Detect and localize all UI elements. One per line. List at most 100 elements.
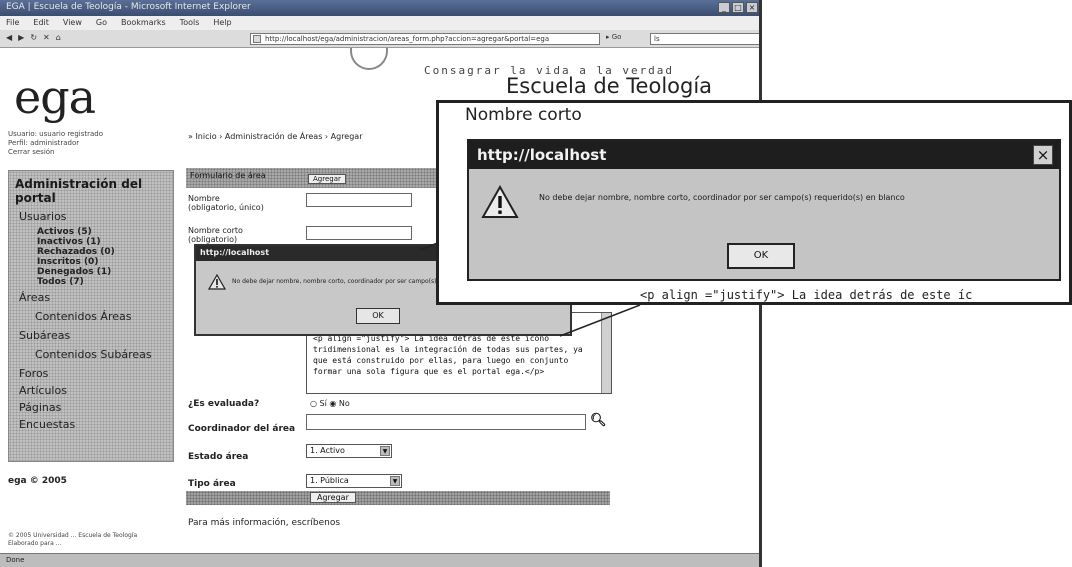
estado-value: 1. Activo [310,446,345,455]
magnified-callout: Nombre corto e e t http://localhost × No… [436,100,1072,305]
alert-dialog-large: http://localhost × No debe dejar nombre,… [467,139,1061,281]
sidebar-item-subareas[interactable]: Subáreas [19,329,167,342]
page-icon [253,35,261,43]
sidebar-item-inactivos[interactable]: Inactivos (1) [37,237,167,247]
sidebar-item-encuestas[interactable]: Encuestas [19,418,167,431]
minimize-button[interactable]: _ [718,2,730,13]
tipo-label: Tipo área [188,479,236,489]
radio-no-label: No [338,399,350,408]
sidebar-title: Administración del portal [15,177,143,205]
go-arrow-icon: ▸ [606,33,610,41]
menu-go[interactable]: Go [96,18,107,28]
school-name: Escuela de Teología [506,74,713,98]
tipo-select[interactable]: 1. Pública ▼ [306,474,402,488]
alert-dialog-small-ok-button[interactable]: OK [356,308,400,324]
form-header-add-button[interactable]: Agregar [308,174,346,184]
radio-no-icon[interactable]: ◉ [329,399,336,408]
nombre-corto-label: Nombre corto (obligatorio) [188,226,243,244]
sidebar-item-foros[interactable]: Foros [19,367,167,380]
nombre-corto-input[interactable] [306,226,412,240]
school-seal-logo [350,48,388,70]
footer-copyright-ega: ega © 2005 [8,476,67,486]
copyright-footer: © 2005 Universidad ... Escuela de Teolog… [8,532,137,548]
form-header-label: Formulario de área [190,171,266,180]
logout-link[interactable]: Cerrar sesión [8,148,103,157]
nombre-input[interactable] [306,193,412,207]
stop-icon[interactable]: ✕ [43,33,50,42]
sidebar-item-contenidos-subareas[interactable]: Contenidos Subáreas [35,348,167,361]
alert-dialog-large-message: No debe dejar nombre, nombre corto, coor… [539,193,905,202]
radio-si-icon[interactable]: ○ [310,399,317,408]
sidebar-item-areas[interactable]: Áreas [19,291,167,304]
sidebar-item-activos[interactable]: Activos (5) [37,227,167,237]
alert-dialog-large-title: http://localhost [469,141,1059,169]
menubar: File Edit View Go Bookmarks Tools Help [0,16,759,30]
sidebar-item-articulos[interactable]: Artículos [19,384,167,397]
agregar-submit-button[interactable]: Agregar [310,492,356,503]
sidebar-item-inscritos[interactable]: Inscritos (0) [37,257,167,267]
reload-icon[interactable]: ↻ [30,33,37,42]
nombre-corto-label-text: Nombre corto [188,226,243,235]
close-window-button[interactable]: × [746,2,758,13]
maximize-button[interactable]: □ [732,2,744,13]
tipo-value: 1. Pública [310,476,349,485]
alert-dialog-large-ok-button[interactable]: OK [727,243,795,269]
coordinador-input[interactable] [306,414,586,430]
forward-arrow-icon[interactable]: ▶ [18,33,24,42]
coordinador-label: Coordinador del área [188,424,296,434]
user-name: Usuario: usuario registrado [8,130,104,138]
warning-icon [481,185,519,218]
descripcion-text: <p align ="justify"> La idea detrás de e… [313,334,583,376]
browser-toolbar: ◀ ▶ ↻ ✕ ⌂ http://localhost/ega/administr… [0,30,759,48]
window-title: EGA | Escuela de Teología - Microsoft In… [6,2,251,12]
evaluada-radio-group: ○ Sí ◉ No [310,399,350,408]
copyright-line-1: © 2005 Universidad ... Escuela de Teolog… [8,532,138,539]
nombre-corto-hint: (obligatorio) [188,235,238,244]
sidebar-item-paginas[interactable]: Páginas [19,401,167,414]
chevron-down-icon: ▼ [380,446,390,456]
textarea-scrollbar[interactable] [601,313,611,393]
evaluada-label: ¿Es evaluada? [188,399,260,409]
search-magnifier-icon[interactable]: 🔍︎ [590,413,607,428]
callout-nombre-corto-label: Nombre corto [465,105,582,125]
radio-si-label: Sí [319,399,327,408]
user-info: Usuario: usuario registrado Perfil: admi… [8,130,103,157]
copyright-line-2: Elaborado para ... [8,540,62,547]
nombre-label: Nombre (obligatorio, único) [188,194,264,212]
chevron-down-icon: ▼ [390,476,400,486]
menu-view[interactable]: View [63,18,82,28]
callout-code-line: <p align ="justify"> La idea detrás de e… [640,288,973,302]
sidebar-item-rechazados[interactable]: Rechazados (0) [37,247,167,257]
status-text: Done [6,556,25,564]
sidebar-item-usuarios[interactable]: Usuarios [19,210,167,223]
menu-file[interactable]: File [6,18,19,28]
go-label: Go [611,33,622,41]
site-logo[interactable]: ega [14,70,96,124]
home-icon[interactable]: ⌂ [56,33,61,42]
address-url: http://localhost/ega/administracion/area… [265,35,550,43]
toolbar-search-input[interactable]: ls [650,33,759,45]
menu-bookmarks[interactable]: Bookmarks [121,18,166,28]
sidebar-item-contenidos-areas[interactable]: Contenidos Áreas [35,310,167,323]
estado-label: Estado área [188,452,249,462]
warning-icon [208,274,226,290]
sidebar-item-todos[interactable]: Todos (7) [37,277,167,287]
user-profile: Perfil: administrador [8,139,80,147]
sidebar-item-denegados[interactable]: Denegados (1) [37,267,167,277]
address-bar[interactable]: http://localhost/ega/administracion/area… [250,33,600,45]
status-bar: Done [0,553,759,567]
admin-sidebar: Administración del portal Usuarios Activ… [8,170,174,462]
window-titlebar: EGA | Escuela de Teología - Microsoft In… [0,0,759,16]
go-button[interactable]: ▸ Go [606,33,646,45]
more-info-link[interactable]: Para más información, escríbenos [188,518,340,528]
menu-tools[interactable]: Tools [180,18,200,28]
estado-select[interactable]: 1. Activo ▼ [306,444,392,458]
back-arrow-icon[interactable]: ◀ [6,33,12,42]
menu-help[interactable]: Help [213,18,231,28]
nombre-hint: (obligatorio, único) [188,203,264,212]
nombre-label-text: Nombre [188,194,220,203]
menu-edit[interactable]: Edit [33,18,49,28]
submit-bar: Agregar [186,491,610,505]
breadcrumb[interactable]: » Inicio › Administración de Áreas › Agr… [188,132,363,141]
close-icon[interactable]: × [1033,145,1053,165]
